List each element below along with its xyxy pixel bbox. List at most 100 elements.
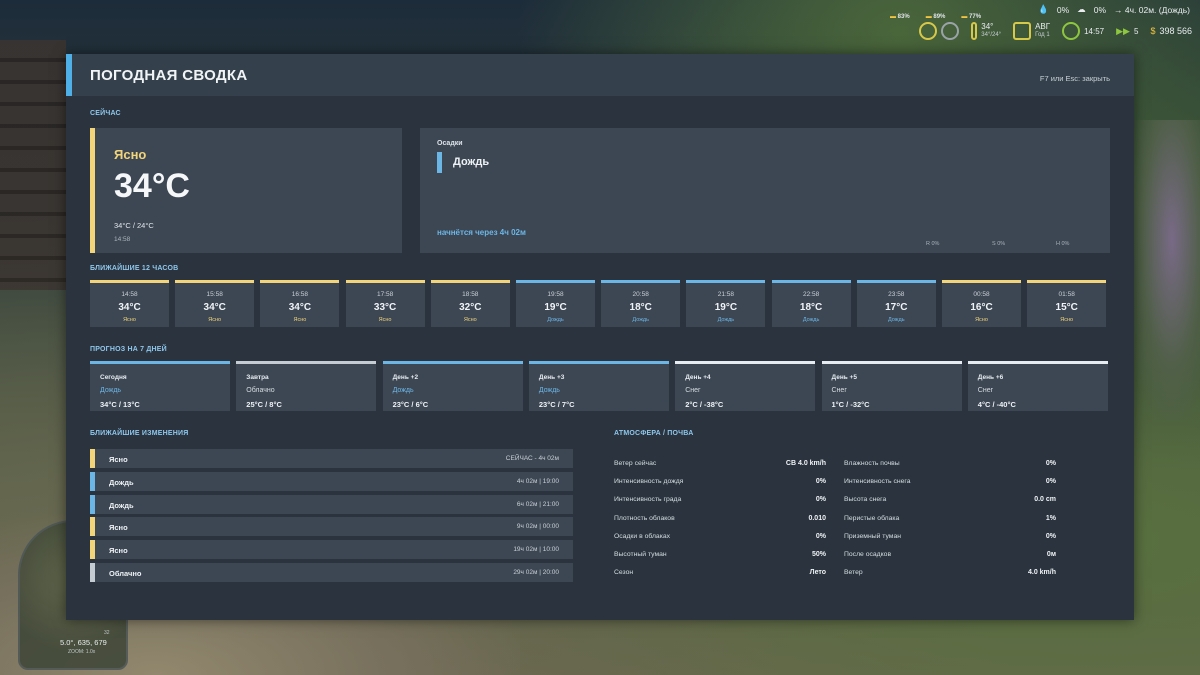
hour-card[interactable]: 21:58 19°C Дождь [686, 280, 766, 327]
calendar-icon [1013, 22, 1032, 40]
day-temp-range: 34°C / 13°C [100, 400, 140, 409]
change-row[interactable]: Ясно 9ч 02м | 00:00 [90, 517, 573, 537]
day-temp-range: 23°C / 6°C [392, 400, 429, 409]
hud-time-speed[interactable]: ▶▶ 5 [1116, 26, 1138, 37]
hud-mini-stats: ▬ 83% ▬ 89% ▬ 77% [890, 14, 981, 20]
hour-card[interactable]: 01:58 15°C Ясно [1027, 280, 1107, 327]
hour-card[interactable]: 23:58 17°C Дождь [856, 280, 936, 327]
day-temp-range: 2°C / -38°C [685, 400, 724, 409]
hour-time: 18:58 [462, 291, 479, 298]
day-name: Сегодня [100, 374, 127, 381]
day-card[interactable]: День +5 Снег 1°C / -32°C [821, 361, 962, 411]
drop-icon: 💧 [1038, 4, 1049, 14]
day-name: День +2 [392, 374, 419, 381]
hour-condition: Ясно [123, 317, 136, 323]
hour-card[interactable]: 18:58 32°C Ясно [430, 280, 510, 327]
hud-temp-range: 34°/24° [981, 32, 1002, 38]
day-card[interactable]: День +4 Снег 2°C / -38°C [675, 361, 816, 411]
atmosphere-value: 0% [1045, 478, 1056, 486]
close-hint[interactable]: F7 или Esc: закрыть [1040, 74, 1110, 83]
current-temperature: 34°C [114, 167, 190, 205]
change-row[interactable]: Облачно 29ч 02м | 20:00 [90, 563, 573, 582]
atmosphere-value: 0м [1046, 551, 1056, 558]
section-changes-title: БЛИЖАЙШИЕ ИЗМЕНЕНИЯ [90, 430, 189, 437]
hour-temperature: 33°C [373, 302, 397, 313]
hour-temperature: 19°C [544, 302, 567, 313]
day-condition: Облачно [246, 387, 275, 394]
hour-condition: Ясно [208, 317, 222, 323]
atmosphere-value: 50% [811, 551, 826, 558]
hour-temperature: 15°C [1055, 302, 1078, 313]
hour-condition: Ясно [463, 317, 477, 323]
hour-temperature: 32°C [459, 302, 482, 313]
day-condition: Снег [685, 387, 701, 394]
atmosphere-value: 0% [1045, 460, 1056, 467]
atmosphere-label: Сезон [614, 569, 634, 577]
day-temp-range: 25°C / 8°C [246, 400, 282, 409]
hour-condition: Ясно [378, 317, 392, 323]
hud-weather-icons[interactable] [919, 22, 960, 40]
change-row[interactable]: Дождь 6ч 02м | 21:00 [90, 494, 573, 514]
day-name: День +5 [831, 374, 857, 381]
hour-condition: Ясно [1060, 317, 1074, 323]
hud-calendar[interactable]: АВГ Год 1 [1013, 22, 1050, 40]
atmosphere-label: Плотность облаков [614, 514, 675, 522]
change-row[interactable]: Ясно 19ч 02м | 10:00 [90, 540, 573, 560]
day-card[interactable]: Завтра Облачно 25°C / 8°C [236, 361, 377, 411]
hour-condition: Ясно [293, 317, 307, 323]
hour-card[interactable]: 22:58 18°C Дождь [771, 280, 851, 327]
hour-card[interactable]: 16:58 34°C Ясно [260, 280, 340, 327]
hour-card[interactable]: 19:58 19°C Дождь [516, 280, 595, 327]
hour-time: 14:58 [121, 291, 138, 298]
hour-temperature: 34°C [203, 302, 226, 313]
hud-clock[interactable]: 14:57 [1062, 22, 1104, 40]
day-name: День +4 [685, 374, 711, 381]
atmosphere-label: Ветер [844, 569, 863, 577]
hud-temperature[interactable]: 34° 34°/24° [971, 22, 1001, 40]
change-row[interactable]: Дождь 4ч 02м | 19:00 [90, 471, 573, 491]
hour-time: 15:58 [206, 291, 223, 298]
hour-card[interactable]: 20:58 18°C Дождь [601, 280, 681, 327]
change-time: 29ч 02м | 20:00 [513, 569, 559, 576]
hud-stat-2: 0% [1093, 4, 1107, 15]
atmosphere-label: Влажность почвы [844, 460, 900, 467]
change-row[interactable]: Ясно СЕЙЧАС - 4ч 02м [90, 449, 573, 468]
hour-time: 00:58 [973, 291, 990, 298]
hour-temperature: 17°C [885, 302, 908, 313]
atmosphere-label: Осадки в облаках [614, 532, 671, 540]
hour-card[interactable]: 00:58 16°C Ясно [942, 280, 1021, 327]
precip-starts-in: начнётся через 4ч 02м [437, 228, 526, 237]
day-card[interactable]: День +6 Снег 4°C / -40°C [967, 361, 1108, 411]
hour-card[interactable]: 15:58 34°C Ясно [175, 280, 255, 327]
section-now-title: СЕЙЧАС [90, 110, 121, 117]
day-card[interactable]: День +2 Дождь 23°C / 6°C [382, 361, 523, 411]
hud-year: Год 1 [1035, 32, 1050, 38]
atmosphere-value: 1% [1045, 514, 1056, 522]
panel-header: ПОГОДНАЯ СВОДКА F7 или Esc: закрыть [66, 54, 1134, 96]
hour-temperature: 18°C [629, 302, 652, 313]
section-hours-title: БЛИЖАЙШИЕ 12 ЧАСОВ [90, 265, 179, 272]
hud-status-bar: 34° 34°/24° АВГ Год 1 14:57 ▶▶ 5 $398 566 [919, 22, 1192, 40]
change-condition: Дождь [109, 477, 134, 487]
hour-condition: Дождь [802, 317, 820, 323]
hour-time: 23:58 [888, 291, 905, 298]
atmosphere-label: Интенсивность дождя [614, 478, 684, 486]
current-condition: Ясно [114, 147, 147, 162]
hud-speed: 5 [1133, 26, 1139, 36]
hour-card[interactable]: 17:58 33°C Ясно [345, 280, 425, 327]
atmosphere-value: 0% [815, 496, 826, 504]
change-time: 19ч 02м | 10:00 [513, 546, 559, 554]
atmosphere-value: СВ 4.0 km/h [785, 460, 826, 467]
atmosphere-label: Ветер сейчас [614, 460, 657, 467]
hud-mini-1: ▬ 83% [890, 14, 910, 20]
hour-card[interactable]: 14:58 34°C Ясно [90, 280, 169, 327]
hour-time: 16:58 [291, 291, 309, 298]
clock-icon [1062, 22, 1081, 40]
hud-month: АВГ [1035, 22, 1051, 31]
day-condition: Снег [831, 387, 847, 394]
hour-time: 01:58 [1058, 291, 1075, 298]
atmosphere-label: Высотный туман [614, 551, 667, 558]
day-card[interactable]: Сегодня Дождь 34°C / 13°C [90, 361, 230, 411]
day-card[interactable]: День +3 Дождь 23°C / 7°C [528, 361, 669, 411]
background-building [0, 40, 66, 290]
